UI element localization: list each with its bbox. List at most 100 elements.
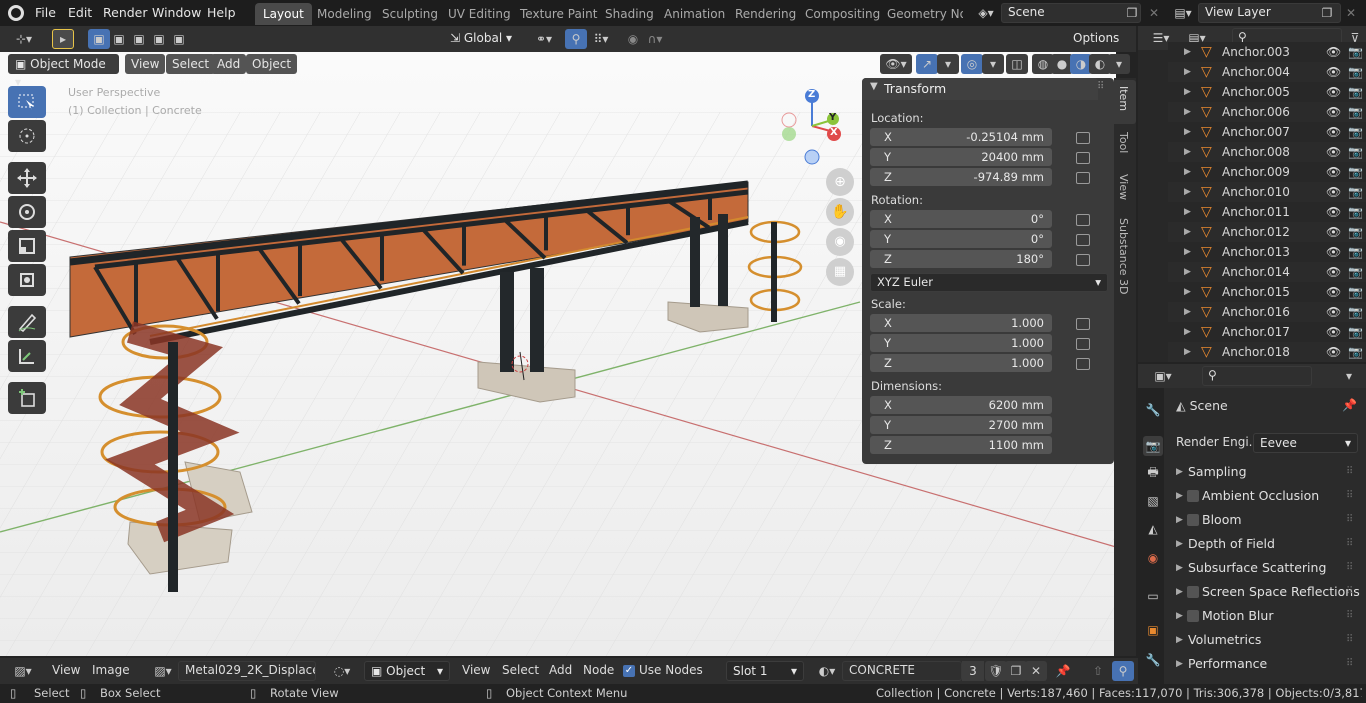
- lock-icon[interactable]: [1076, 234, 1090, 246]
- properties-panel-header[interactable]: ▶ Subsurface Scattering ⠿: [1168, 557, 1360, 579]
- eye-icon[interactable]: 👁: [1326, 262, 1341, 282]
- snap-node-icon[interactable]: ⚲: [1112, 661, 1134, 681]
- snap-target-icon[interactable]: ⠿▾: [587, 29, 615, 49]
- outliner-row[interactable]: ▶ ▽ Anchor.008 👁 📷: [1168, 142, 1366, 162]
- node-menu-select[interactable]: Select: [502, 663, 539, 677]
- pin-material-icon[interactable]: 📌: [1052, 661, 1074, 681]
- camera-icon[interactable]: 📷: [1348, 62, 1363, 82]
- material-name-field[interactable]: CONCRETE: [842, 661, 962, 681]
- properties-panel-header[interactable]: ▶ Bloom ⠿: [1168, 509, 1360, 531]
- outliner-row[interactable]: ▶ ▽ Anchor.005 👁 📷: [1168, 82, 1366, 102]
- camera-icon[interactable]: 📷: [1348, 162, 1363, 182]
- properties-search-field[interactable]: ⚲: [1202, 366, 1312, 386]
- menu-edit[interactable]: Edit: [68, 0, 92, 26]
- measure-tool-icon[interactable]: [8, 340, 46, 372]
- editor-type-icon[interactable]: ⊹▾: [8, 29, 40, 49]
- outliner-row[interactable]: ▶ ▽ Anchor.011 👁 📷: [1168, 202, 1366, 222]
- lock-icon[interactable]: [1076, 254, 1090, 266]
- tab-uv-editing[interactable]: UV Editing: [440, 3, 519, 25]
- eye-icon[interactable]: 👁: [1326, 62, 1341, 82]
- drag-handle-icon[interactable]: ⠿: [1346, 605, 1353, 627]
- properties-panel-header[interactable]: ▶ Motion Blur ⠿: [1168, 605, 1360, 627]
- overlays-dropdown-icon[interactable]: ▾: [982, 54, 1004, 74]
- menu-file[interactable]: File: [35, 0, 56, 26]
- new-material-icon[interactable]: ❐: [1005, 661, 1027, 681]
- expand-arrow-icon[interactable]: ▶: [1184, 42, 1191, 62]
- eye-icon[interactable]: 👁: [1326, 242, 1341, 262]
- expand-arrow-icon[interactable]: ▶: [1184, 342, 1191, 362]
- scale-y-field[interactable]: Y 1.000: [870, 334, 1052, 352]
- scale-tool-icon[interactable]: [8, 230, 46, 262]
- transform-tool-icon[interactable]: [8, 264, 46, 296]
- menu-render[interactable]: Render: [103, 0, 148, 26]
- rotation-z-field[interactable]: Z 180°: [870, 250, 1052, 268]
- mode-intersect-icon[interactable]: ▣: [168, 29, 190, 49]
- add-cube-tool-icon[interactable]: [8, 382, 46, 414]
- modifier-properties-icon[interactable]: 🔧: [1143, 650, 1163, 670]
- shading-dropdown-icon[interactable]: ▾: [1108, 54, 1130, 74]
- eye-icon[interactable]: 👁: [1326, 202, 1341, 222]
- blender-logo-icon[interactable]: [8, 5, 24, 21]
- outliner-row[interactable]: ▶ ▽ Anchor.009 👁 📷: [1168, 162, 1366, 182]
- expand-arrow-icon[interactable]: ▶: [1184, 302, 1191, 322]
- proportional-edit-icon[interactable]: ◉: [622, 29, 644, 49]
- panel-enable-checkbox[interactable]: [1187, 514, 1199, 526]
- camera-icon[interactable]: 📷: [1348, 342, 1363, 362]
- eye-icon[interactable]: 👁: [1326, 82, 1341, 102]
- location-y-field[interactable]: Y 20400 mm: [870, 148, 1052, 166]
- expand-arrow-icon[interactable]: ▶: [1184, 122, 1191, 142]
- eye-icon[interactable]: 👁: [1326, 122, 1341, 142]
- view-layer-icon[interactable]: ▤▾: [1168, 3, 1198, 23]
- tab-sculpting[interactable]: Sculpting: [374, 3, 446, 25]
- material-browse-icon[interactable]: ◐▾: [812, 661, 842, 681]
- xray-icon[interactable]: ◫: [1006, 54, 1028, 74]
- falloff-icon[interactable]: ∩▾: [644, 29, 666, 49]
- tab-geometry-nodes[interactable]: Geometry Nod: [879, 3, 963, 25]
- camera-icon[interactable]: 📷: [1348, 122, 1363, 142]
- render-properties-icon[interactable]: 📷: [1143, 436, 1163, 456]
- camera-icon[interactable]: 📷: [1348, 322, 1363, 342]
- panel-enable-checkbox[interactable]: [1187, 610, 1199, 622]
- mode-invert-icon[interactable]: ▣: [148, 29, 170, 49]
- node-menu-node[interactable]: Node: [583, 663, 614, 677]
- expand-arrow-icon[interactable]: ▶: [1184, 322, 1191, 342]
- image-browse-icon[interactable]: ▨▾: [148, 661, 178, 681]
- shader-menu-image[interactable]: Image: [92, 663, 130, 677]
- camera-icon[interactable]: 📷: [1348, 142, 1363, 162]
- outliner-row[interactable]: ▶ ▽ Anchor.006 👁 📷: [1168, 102, 1366, 122]
- drag-handle-icon[interactable]: ⠿: [1346, 581, 1353, 603]
- cursor-tool-icon[interactable]: [8, 120, 46, 152]
- image-editor-type-icon[interactable]: ▨▾: [8, 661, 38, 681]
- outliner-row[interactable]: ▶ ▽ Anchor.010 👁 📷: [1168, 182, 1366, 202]
- ortho-grid-icon[interactable]: ▦: [826, 258, 854, 286]
- tab-layout[interactable]: Layout: [255, 3, 312, 25]
- outliner-row[interactable]: ▶ ▽ Anchor.007 👁 📷: [1168, 122, 1366, 142]
- menu-help[interactable]: Help: [207, 0, 236, 26]
- lock-icon[interactable]: [1076, 172, 1090, 184]
- render-engine-dropdown[interactable]: Eevee ▾: [1253, 433, 1358, 453]
- slot-dropdown[interactable]: Slot 1 ▾: [726, 661, 804, 681]
- lock-icon[interactable]: [1076, 214, 1090, 226]
- tab-modeling[interactable]: Modeling: [309, 3, 380, 25]
- camera-icon[interactable]: 📷: [1348, 82, 1363, 102]
- object-properties-icon[interactable]: ▣: [1143, 620, 1163, 640]
- camera-icon[interactable]: 📷: [1348, 182, 1363, 202]
- image-name-field[interactable]: Metal029_2K_Displaceme: [178, 661, 316, 681]
- camera-view-icon[interactable]: ◉: [826, 228, 854, 256]
- drag-handle-icon[interactable]: ⠿: [1346, 485, 1353, 507]
- delete-scene-icon[interactable]: ✕: [1143, 3, 1165, 23]
- camera-icon[interactable]: 📷: [1348, 262, 1363, 282]
- visibility-icon[interactable]: 👁▾: [880, 54, 912, 74]
- properties-panel-header[interactable]: ▶ Ambient Occlusion ⠿: [1168, 485, 1360, 507]
- expand-arrow-icon[interactable]: ▶: [1184, 62, 1191, 82]
- expand-arrow-icon[interactable]: ▶: [1184, 222, 1191, 242]
- dimensions-z-field[interactable]: Z 1100 mm: [870, 436, 1052, 454]
- transform-header[interactable]: ▼ Transform ⠿: [862, 78, 1104, 100]
- tab-compositing[interactable]: Compositing: [797, 3, 888, 25]
- parent-node-tree-icon[interactable]: ⇧: [1087, 661, 1109, 681]
- panel-enable-checkbox[interactable]: [1187, 586, 1199, 598]
- outliner-row[interactable]: ▶ ▽ Anchor.014 👁 📷: [1168, 262, 1366, 282]
- select-tool-icon[interactable]: ▸: [52, 29, 74, 49]
- camera-icon[interactable]: 📷: [1348, 222, 1363, 242]
- expand-arrow-icon[interactable]: ▶: [1184, 262, 1191, 282]
